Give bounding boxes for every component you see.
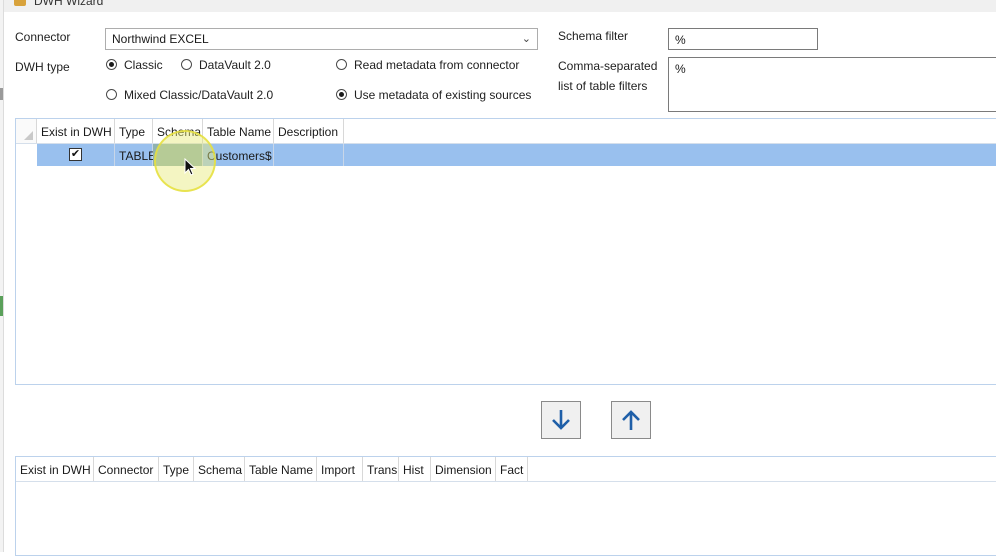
radio-mixed-label[interactable]: Mixed Classic/DataVault 2.0 (124, 88, 273, 102)
column-header-import[interactable]: Import (317, 457, 363, 481)
title-bar: DWH Wizard (4, 0, 996, 12)
move-up-button[interactable] (611, 401, 651, 439)
arrow-up-icon (622, 410, 640, 430)
chevron-down-icon[interactable]: ⌄ (522, 32, 531, 45)
table-filters-label-line2: list of table filters (558, 79, 648, 93)
connector-label: Connector (15, 30, 71, 44)
radio-read-metadata[interactable] (336, 59, 347, 70)
cell-exist-in-dwh[interactable]: ✔ (37, 144, 115, 166)
column-header-trans[interactable]: Trans (363, 457, 399, 481)
column-header-type[interactable]: Type (115, 119, 153, 143)
schema-filter-label: Schema filter (558, 29, 629, 43)
radio-classic-label[interactable]: Classic (124, 58, 163, 72)
arrow-down-icon (552, 410, 570, 430)
column-header-schema[interactable]: Schema (194, 457, 245, 481)
column-header-exist-in-dwh[interactable]: Exist in DWH (16, 457, 94, 481)
column-header-exist-in-dwh[interactable]: Exist in DWH (37, 119, 115, 143)
column-header-fact[interactable]: Fact (496, 457, 528, 481)
radio-datavault[interactable] (181, 59, 192, 70)
radio-classic[interactable] (106, 59, 117, 70)
target-grid-header: Exist in DWH Connector Type Schema Table… (16, 457, 996, 482)
connector-combobox-value: Northwind EXCEL (112, 32, 209, 46)
column-header-dimension[interactable]: Dimension (431, 457, 496, 481)
connector-combobox[interactable]: Northwind EXCEL ⌄ (105, 28, 538, 50)
background-mark (0, 296, 3, 316)
background-mark (0, 88, 3, 100)
schema-filter-value: % (675, 33, 686, 47)
background-window-edge (0, 0, 4, 552)
radio-use-metadata-label[interactable]: Use metadata of existing sources (354, 88, 531, 102)
radio-datavault-label[interactable]: DataVault 2.0 (199, 58, 271, 72)
radio-read-metadata-label[interactable]: Read metadata from connector (354, 58, 519, 72)
column-header-description[interactable]: Description (274, 119, 344, 143)
column-header-type[interactable]: Type (159, 457, 194, 481)
radio-mixed[interactable] (106, 89, 117, 100)
app-icon (14, 0, 26, 6)
dwh-type-label: DWH type (15, 60, 70, 74)
cell-type[interactable]: TABLE (115, 144, 156, 166)
column-header-hist[interactable]: Hist (399, 457, 431, 481)
mouse-pointer-icon (184, 158, 197, 176)
table-filters-value: % (675, 62, 686, 76)
column-header-table-name[interactable]: Table Name (203, 119, 274, 143)
radio-use-metadata[interactable] (336, 89, 347, 100)
window-title: DWH Wizard (34, 0, 104, 8)
table-filters-label-line1: Comma-separated (558, 59, 658, 73)
row-header[interactable] (16, 144, 37, 166)
target-tables-grid[interactable]: Exist in DWH Connector Type Schema Table… (15, 456, 996, 556)
cell-description[interactable] (274, 144, 344, 166)
table-filters-textarea[interactable]: % (668, 57, 996, 112)
exist-in-dwh-checkbox[interactable]: ✔ (69, 148, 82, 161)
select-all-corner[interactable] (16, 119, 37, 143)
column-header-connector[interactable]: Connector (94, 457, 159, 481)
schema-filter-input[interactable]: % (668, 28, 818, 50)
move-down-button[interactable] (541, 401, 581, 439)
column-header-table-name[interactable]: Table Name (245, 457, 317, 481)
